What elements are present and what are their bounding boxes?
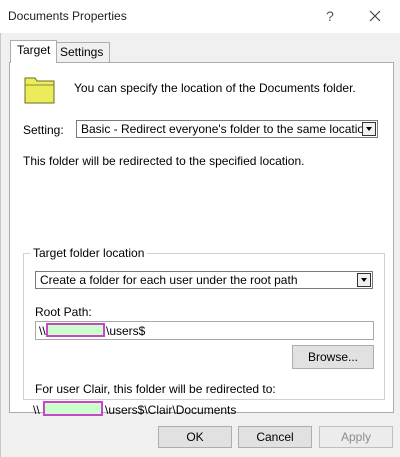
target-location-dropdown[interactable]: Create a folder for each user under the … <box>35 271 373 289</box>
close-icon <box>369 10 381 22</box>
root-path-suffix: \users$ <box>106 324 146 338</box>
setting-dropdown[interactable]: Basic - Redirect everyone's folder to th… <box>76 120 378 138</box>
target-location-dropdown-value: Create a folder for each user under the … <box>40 273 298 287</box>
ok-button[interactable]: OK <box>158 426 232 448</box>
root-path-label: Root Path: <box>35 305 92 319</box>
cancel-button[interactable]: Cancel <box>238 426 312 448</box>
chevron-down-icon[interactable] <box>362 122 376 136</box>
for-user-text: For user Clair, this folder will be redi… <box>35 382 276 396</box>
target-tab-panel: You can specify the location of the Docu… <box>9 62 394 417</box>
help-button[interactable]: ? <box>318 3 342 29</box>
group-title: Target folder location <box>30 246 148 260</box>
title-bar: Documents Properties ? <box>0 0 400 33</box>
redirected-path-suffix: \users$\Clair\Documents <box>105 403 237 417</box>
close-button[interactable] <box>360 3 390 29</box>
redacted-server-name <box>46 323 105 337</box>
window-title: Documents Properties <box>8 9 127 23</box>
root-path-prefix: \\ <box>39 324 46 338</box>
setting-label: Setting: <box>23 123 64 137</box>
folder-icon <box>24 77 55 104</box>
target-folder-location-group: Target folder location Create a folder f… <box>23 246 385 400</box>
redirect-description: This folder will be redirected to the sp… <box>23 154 305 168</box>
apply-button[interactable]: Apply <box>319 426 393 448</box>
root-path-input[interactable]: \\ \users$ <box>35 321 374 340</box>
redacted-server-name <box>43 401 103 416</box>
setting-dropdown-value: Basic - Redirect everyone's folder to th… <box>81 122 371 136</box>
tab-target[interactable]: Target <box>10 40 58 63</box>
dialog-body: Target Settings You can specify the loca… <box>0 33 400 457</box>
tab-settings[interactable]: Settings <box>53 42 111 62</box>
redirected-path-prefix: \\ <box>33 403 40 417</box>
browse-button[interactable]: Browse... <box>292 345 374 369</box>
chevron-down-icon[interactable] <box>357 273 371 287</box>
info-text: You can specify the location of the Docu… <box>74 81 356 95</box>
